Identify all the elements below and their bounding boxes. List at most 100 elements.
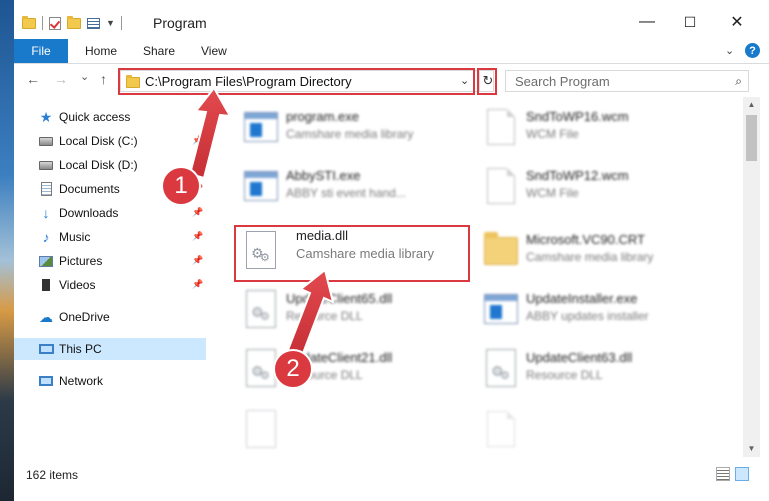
file-description: ABBY updates installer <box>526 309 649 323</box>
exe-icon <box>244 107 278 147</box>
pin-icon: 📌 <box>192 255 204 265</box>
file-name: SndToWP12.wcm <box>526 168 629 183</box>
dll-icon: ⚙ ⚙ <box>484 348 518 388</box>
sidebar-item-label: Documents <box>59 182 120 196</box>
exe-icon <box>484 289 518 329</box>
documents-icon <box>38 182 54 196</box>
download-icon: ↓ <box>42 205 50 221</box>
tab-share[interactable]: Share <box>143 44 175 58</box>
window-title: Program <box>153 15 207 31</box>
file-icon <box>484 166 518 206</box>
close-button[interactable]: ✕ <box>714 8 760 36</box>
scroll-down-icon[interactable]: ▼ <box>743 441 760 455</box>
sidebar-item-label: Videos <box>59 278 96 292</box>
status-bar: 162 items <box>14 457 769 501</box>
file-item[interactable]: SndToWP16.wcm WCM File <box>478 101 714 157</box>
file-item[interactable]: AbbySTI.exe ABBY sti event hand... <box>238 160 474 216</box>
file-item[interactable]: Microsoft.VC90.CRT Camshare media librar… <box>478 224 714 280</box>
sidebar-item-local-disk-c[interactable]: Local Disk (C:) 📌 <box>14 130 206 152</box>
details-view-icon[interactable] <box>716 467 730 481</box>
search-input[interactable]: Search Program <box>515 74 610 89</box>
toolbar-separator <box>120 16 122 30</box>
sidebar-item-pictures[interactable]: Pictures 📌 <box>14 250 206 272</box>
tab-file[interactable]: File <box>14 39 68 63</box>
ribbon-tabs: File Home Share View ⌄ ? <box>14 39 769 64</box>
maximize-button[interactable]: ☐ <box>667 8 713 36</box>
pictures-icon <box>38 254 54 268</box>
folder-icon[interactable] <box>22 15 36 29</box>
file-name: Microsoft.VC90.CRT <box>526 232 645 247</box>
title-bar: ▼ Program — ☐ ✕ <box>14 0 769 42</box>
file-name: program.exe <box>286 109 359 124</box>
file-description: WCM File <box>526 186 579 200</box>
file-name: UpdateClient63.dll <box>526 350 633 365</box>
tab-view[interactable]: View <box>201 44 227 58</box>
file-description: Resource DLL <box>526 368 603 382</box>
help-icon[interactable]: ? <box>745 43 760 58</box>
expand-ribbon-icon[interactable]: ⌄ <box>725 44 734 57</box>
back-button[interactable]: ← <box>26 71 40 87</box>
sidebar-item-onedrive[interactable]: ☁ OneDrive <box>14 306 206 328</box>
file-item[interactable]: SndToWP12.wcm WCM File <box>478 160 714 216</box>
navigation-bar: ← → ⌄ ↑ C:\Program Files\Program Directo… <box>14 64 769 96</box>
sidebar-item-network[interactable]: Network <box>14 370 206 392</box>
pin-icon: 📌 <box>192 231 204 241</box>
scroll-thumb[interactable] <box>746 115 757 161</box>
vertical-scrollbar[interactable]: ▲ ▼ <box>743 97 760 457</box>
computer-icon <box>38 342 54 356</box>
file-icon <box>484 409 518 449</box>
step-2-badge: 2 <box>273 349 313 389</box>
file-item[interactable] <box>478 403 714 457</box>
media-dll-highlight-box <box>234 225 470 282</box>
recent-locations-button[interactable]: ⌄ <box>80 70 89 83</box>
file-item[interactable]: ⚙ ⚙ UpdateClient65.dll Resource DLL <box>238 283 474 339</box>
file-name: UpdateClient65.dll <box>286 291 393 306</box>
file-name: UpdateInstaller.exe <box>526 291 638 306</box>
toolbar-separator <box>42 16 43 30</box>
file-description: Camshare media library <box>526 250 654 264</box>
customize-toolbar-icon[interactable]: ▼ <box>106 18 115 28</box>
dll-icon: ⚙ ⚙ <box>244 289 278 329</box>
file-description: Camshare media library <box>286 127 414 141</box>
sidebar-item-music[interactable]: ♪ Music 📌 <box>14 226 206 248</box>
refresh-highlight-box <box>477 68 497 95</box>
forward-button[interactable]: → <box>54 71 68 87</box>
quick-access-toolbar: ▼ <box>22 14 122 32</box>
drive-icon <box>38 158 54 172</box>
minimize-button[interactable]: — <box>624 8 670 36</box>
tab-home[interactable]: Home <box>85 44 117 58</box>
sidebar-item-label: Music <box>59 230 91 244</box>
pin-icon: 📌 <box>192 279 204 289</box>
navigation-pane: ★ Quick access Local Disk (C:) 📌 Local D… <box>14 97 208 457</box>
exe-icon <box>244 166 278 206</box>
sidebar-item-quick-access[interactable]: ★ Quick access <box>14 106 206 128</box>
star-icon: ★ <box>39 108 53 125</box>
properties-check-icon[interactable] <box>49 16 61 30</box>
drive-icon <box>38 134 54 148</box>
properties-list-icon[interactable] <box>87 17 100 29</box>
cloud-icon: ☁ <box>39 308 53 325</box>
desktop-background <box>0 0 14 501</box>
file-item[interactable]: UpdateInstaller.exe ABBY updates install… <box>478 283 714 339</box>
file-description: ABBY sti event hand... <box>286 186 406 200</box>
large-icons-view-icon[interactable] <box>735 467 749 481</box>
search-icon[interactable]: ⌕ <box>735 74 742 89</box>
sidebar-item-label: Quick access <box>59 110 131 124</box>
sidebar-item-label: Downloads <box>59 206 119 220</box>
search-box[interactable]: Search Program ⌕ <box>505 70 749 92</box>
scroll-up-icon[interactable]: ▲ <box>743 97 760 111</box>
up-button[interactable]: ↑ <box>100 71 107 87</box>
file-item[interactable]: ⚙ ⚙ UpdateClient63.dll Resource DLL <box>478 342 714 398</box>
file-item[interactable]: program.exe Camshare media library <box>238 101 474 157</box>
folder-icon <box>484 230 518 270</box>
sidebar-item-videos[interactable]: Videos 📌 <box>14 274 206 296</box>
file-item[interactable] <box>238 403 474 457</box>
sidebar-item-label: OneDrive <box>59 310 110 324</box>
network-icon <box>38 374 54 388</box>
sidebar-item-this-pc[interactable]: This PC <box>14 338 206 360</box>
new-folder-icon[interactable] <box>67 15 81 29</box>
sidebar-item-label: Pictures <box>59 254 103 268</box>
pin-icon: 📌 <box>192 135 204 145</box>
item-count: 162 items <box>26 468 79 482</box>
step-1-badge: 1 <box>161 166 201 206</box>
